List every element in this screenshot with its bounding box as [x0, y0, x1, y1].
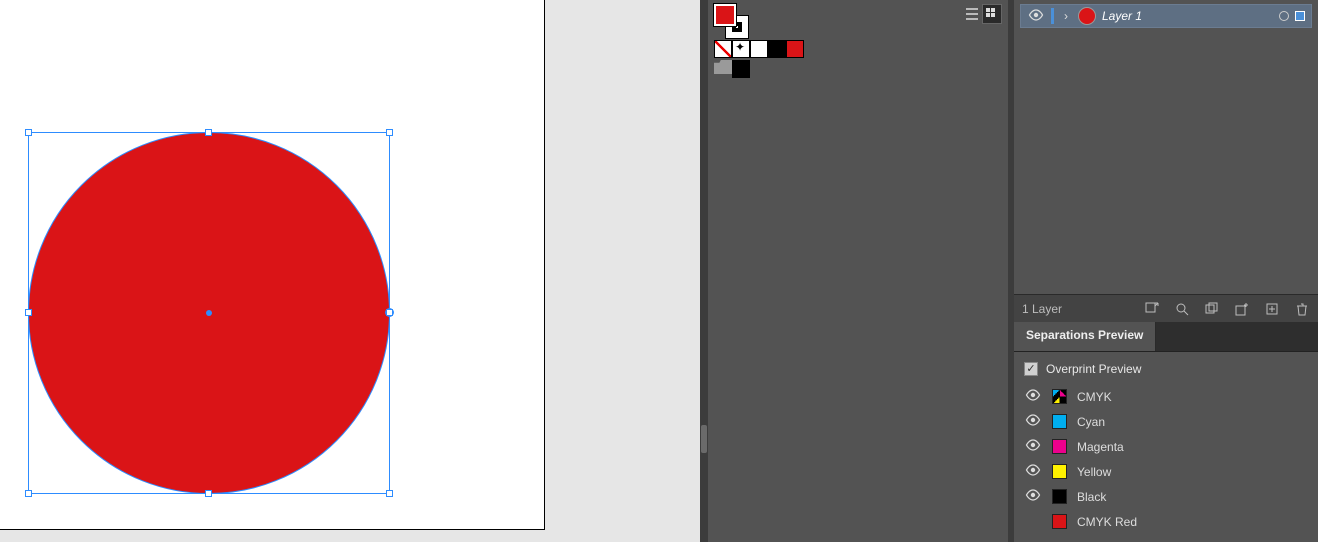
resize-handle-ml[interactable] [25, 309, 32, 316]
delete-layer-icon[interactable] [1294, 301, 1310, 317]
artboard-canvas[interactable] [0, 0, 700, 542]
swatch-white[interactable] [750, 40, 768, 58]
new-sublayer-icon[interactable] [1234, 301, 1250, 317]
ink-name-label: CMYK Red [1077, 515, 1137, 529]
gutter-grip[interactable] [701, 425, 707, 453]
layer-thumbnail [1078, 7, 1096, 25]
search-icon[interactable] [1174, 301, 1190, 317]
overprint-label: Overprint Preview [1046, 362, 1141, 376]
ink-swatch [1052, 414, 1067, 429]
visibility-toggle-icon[interactable] [1027, 9, 1045, 24]
ink-row[interactable]: Yellow [1024, 459, 1308, 484]
swatch-black[interactable] [768, 40, 786, 58]
resize-handle-tm[interactable] [205, 129, 212, 136]
layer-name-label[interactable]: Layer 1 [1102, 9, 1273, 23]
ink-row[interactable]: Black [1024, 484, 1308, 509]
swatches-panel [708, 0, 1008, 542]
swatch-registration[interactable] [732, 40, 750, 58]
overprint-preview-row[interactable]: Overprint Preview [1024, 360, 1308, 384]
layer-color-bar [1051, 8, 1054, 24]
layer-target-icon[interactable] [1279, 11, 1289, 21]
tab-separations-preview[interactable]: Separations Preview [1014, 322, 1156, 351]
ink-swatch [1052, 439, 1067, 454]
layers-footer: 1 Layer [1014, 294, 1318, 322]
overprint-checkbox[interactable] [1024, 362, 1038, 376]
resize-handle-tr[interactable] [386, 129, 393, 136]
visibility-toggle-icon[interactable] [1024, 389, 1042, 404]
visibility-toggle-icon[interactable] [1024, 439, 1042, 454]
ink-swatch [1052, 464, 1067, 479]
ink-swatch [1052, 389, 1067, 404]
visibility-toggle-icon[interactable] [1024, 414, 1042, 429]
ink-name-label: CMYK [1077, 390, 1112, 404]
layer-selection-indicator[interactable] [1295, 11, 1305, 21]
ink-row[interactable]: Magenta [1024, 434, 1308, 459]
right-panel-column: › Layer 1 1 Layer [1014, 0, 1318, 542]
resize-handle-bm[interactable] [205, 490, 212, 497]
swatch-cmyk-red[interactable] [786, 40, 804, 58]
layers-empty-area [1014, 32, 1318, 294]
locate-object-icon[interactable] [1144, 301, 1160, 317]
resize-handle-br[interactable] [386, 490, 393, 497]
layer-count-label: 1 Layer [1022, 302, 1130, 316]
ink-swatch [1052, 514, 1067, 529]
visibility-toggle-icon[interactable] [1024, 489, 1042, 504]
ink-name-label: Cyan [1077, 415, 1105, 429]
fill-swatch[interactable] [714, 4, 736, 26]
panel-dock: › Layer 1 1 Layer [700, 0, 1318, 542]
layers-panel: › Layer 1 [1014, 0, 1318, 32]
list-view-button[interactable] [962, 4, 982, 24]
panel-resize-gutter-left[interactable] [700, 0, 708, 542]
swatch-group-icon[interactable] [714, 60, 732, 74]
ink-row[interactable]: Cyan [1024, 409, 1308, 434]
ink-row[interactable]: CMYK [1024, 384, 1308, 409]
separations-tabbar: Separations Preview [1014, 322, 1318, 352]
selection-bounding-box[interactable] [28, 132, 390, 494]
layer-row[interactable]: › Layer 1 [1020, 4, 1312, 28]
separations-panel: Overprint Preview CMYK Cyan Magenta Yellow B… [1014, 352, 1318, 542]
swatch-grid [708, 40, 1008, 58]
resize-handle-bl[interactable] [25, 490, 32, 497]
resize-handle-tl[interactable] [25, 129, 32, 136]
new-layer-icon[interactable] [1264, 301, 1280, 317]
visibility-toggle-icon[interactable] [1024, 464, 1042, 479]
swatch-overflow[interactable] [732, 60, 750, 78]
ink-swatch [1052, 489, 1067, 504]
swatch-none[interactable] [714, 40, 732, 58]
fill-stroke-indicator[interactable] [714, 4, 748, 38]
ink-name-label: Black [1077, 490, 1106, 504]
ink-name-label: Yellow [1077, 465, 1111, 479]
ink-name-label: Magenta [1077, 440, 1124, 454]
ink-row[interactable]: CMYK Red [1024, 509, 1308, 534]
collect-for-export-icon[interactable] [1204, 301, 1220, 317]
grid-view-button[interactable] [982, 4, 1002, 24]
chevron-right-icon[interactable]: › [1060, 9, 1072, 23]
resize-handle-mr[interactable] [386, 309, 393, 316]
